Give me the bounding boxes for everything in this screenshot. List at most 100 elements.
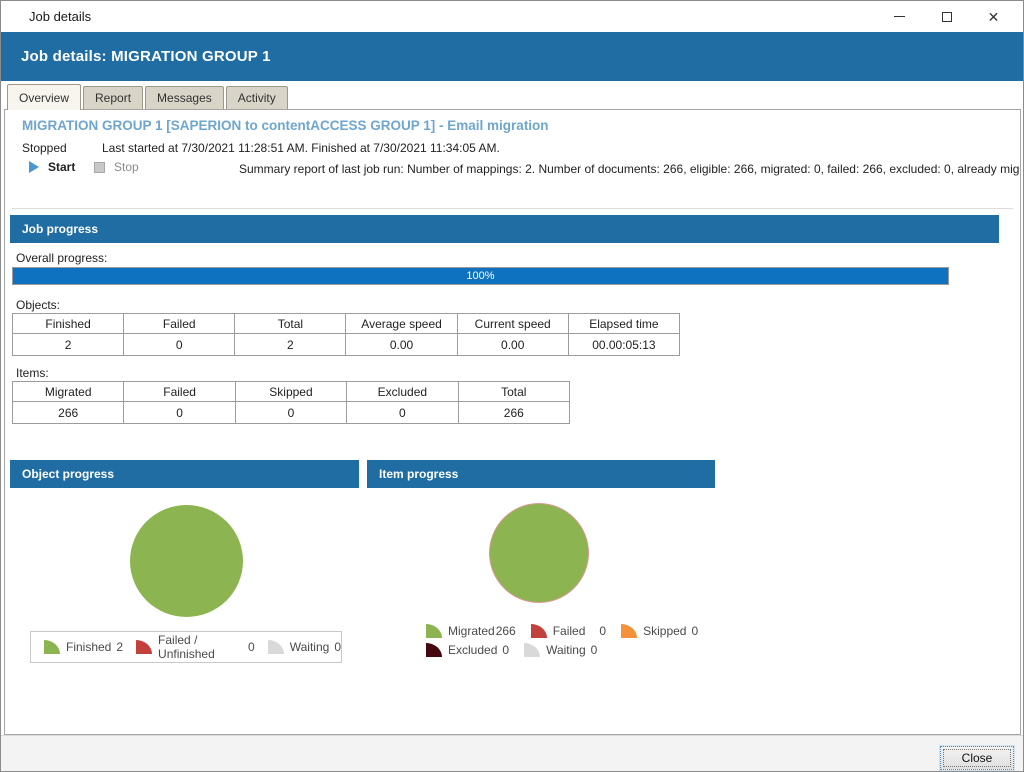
legend-entry-failed-unfinished: Failed / Unfinished 0 — [136, 633, 255, 661]
objects-value-cell: 0.00 — [346, 334, 457, 356]
tabstrip: Overview Report Messages Activity — [7, 81, 290, 109]
items-value-row: 266 0 0 0 266 — [13, 402, 570, 424]
legend-value: 0 — [599, 624, 606, 638]
maximize-button[interactable] — [923, 1, 970, 32]
overall-progress-bar: 100% — [12, 267, 949, 285]
items-table: Migrated Failed Skipped Excluded Total 2… — [12, 381, 570, 424]
objects-table-label: Objects: — [16, 298, 60, 312]
objects-table: Finished Failed Total Average speed Curr… — [12, 313, 680, 356]
close-icon: ✕ — [988, 10, 1000, 24]
dialog-header: Job details: MIGRATION GROUP 1 — [1, 32, 1023, 81]
legend-value: 0 — [691, 624, 698, 638]
waiting-wedge-icon — [524, 643, 540, 657]
legend-entry-migrated: Migrated 266 — [426, 624, 516, 638]
items-table-label: Items: — [16, 366, 49, 380]
window-controls: ✕ — [876, 1, 1017, 32]
objects-value-cell: 2 — [235, 334, 346, 356]
item-legend-row-2: Excluded 0 Waiting 0 — [426, 640, 726, 659]
overview-tab-panel: MIGRATION GROUP 1 [SAPERION to contentAC… — [4, 109, 1021, 735]
minimize-icon — [894, 16, 905, 17]
objects-header-cell: Total — [235, 314, 346, 334]
items-value-cell: 0 — [347, 402, 458, 424]
failed-wedge-icon — [531, 624, 547, 638]
items-value-cell: 0 — [235, 402, 346, 424]
overall-progress-label: Overall progress: — [16, 251, 107, 265]
legend-entry-finished: Finished 2 — [44, 640, 123, 654]
objects-value-row: 2 0 2 0.00 0.00 00.00:05:13 — [13, 334, 680, 356]
tab-activity[interactable]: Activity — [226, 86, 288, 109]
legend-value: 0 — [248, 640, 255, 654]
legend-entry-excluded: Excluded 0 — [426, 643, 509, 657]
objects-value-cell: 2 — [13, 334, 124, 356]
start-button-label: Start — [48, 160, 75, 174]
legend-label: Migrated — [448, 624, 495, 638]
start-icon — [29, 161, 39, 173]
items-value-cell: 266 — [458, 402, 569, 424]
legend-value: 266 — [496, 624, 516, 638]
stop-button-label: Stop — [114, 160, 139, 174]
stop-icon — [94, 162, 105, 173]
object-progress-pie-chart — [130, 505, 243, 617]
legend-label: Finished — [66, 640, 111, 654]
items-header-cell: Excluded — [347, 382, 458, 402]
objects-value-cell: 00.00:05:13 — [568, 334, 679, 356]
tab-overview[interactable]: Overview — [7, 84, 81, 110]
tab-messages[interactable]: Messages — [145, 86, 224, 109]
item-progress-pie-chart — [489, 503, 589, 603]
job-details-window: Job details ✕ Job details: MIGRATION GRO… — [0, 0, 1024, 772]
objects-header-cell: Failed — [124, 314, 235, 334]
legend-value: 2 — [116, 640, 123, 654]
maximize-icon — [942, 12, 952, 22]
items-header-cell: Skipped — [235, 382, 346, 402]
legend-entry-skipped: Skipped 0 — [621, 624, 698, 638]
tab-report[interactable]: Report — [83, 86, 143, 109]
legend-label: Failed / Unfinished — [158, 633, 243, 661]
objects-value-cell: 0.00 — [457, 334, 568, 356]
legend-value: 0 — [502, 643, 509, 657]
excluded-wedge-icon — [426, 643, 442, 657]
job-title: MIGRATION GROUP 1 [SAPERION to contentAC… — [22, 118, 549, 133]
window-title: Job details — [29, 9, 91, 24]
legend-entry-failed: Failed 0 — [531, 624, 606, 638]
items-value-cell: 266 — [13, 402, 124, 424]
items-header-cell: Total — [458, 382, 569, 402]
object-progress-legend: Finished 2 Failed / Unfinished 0 Waiting… — [30, 631, 342, 663]
dialog-header-title: Job details: MIGRATION GROUP 1 — [21, 48, 271, 65]
legend-value: 0 — [334, 640, 341, 654]
close-window-button[interactable]: ✕ — [970, 1, 1017, 32]
items-header-cell: Migrated — [13, 382, 124, 402]
waiting-wedge-icon — [268, 640, 284, 654]
summary-report-text: Summary report of last job run: Number o… — [239, 162, 1019, 176]
legend-label: Waiting — [290, 640, 330, 654]
close-button[interactable]: Close — [940, 746, 1014, 770]
objects-header-cell: Elapsed time — [568, 314, 679, 334]
item-legend-row-1: Migrated 266 Failed 0 Skipped 0 — [426, 621, 726, 640]
titlebar: Job details ✕ — [1, 1, 1023, 32]
migrated-wedge-icon — [426, 624, 442, 638]
last-run-text: Last started at 7/30/2021 11:28:51 AM. F… — [102, 141, 500, 155]
job-progress-section-header: Job progress — [10, 215, 999, 243]
minimize-button[interactable] — [876, 1, 923, 32]
failed-wedge-icon — [136, 640, 152, 654]
legend-label: Failed — [553, 624, 586, 638]
objects-header-cell: Current speed — [457, 314, 568, 334]
finished-wedge-icon — [44, 640, 60, 654]
stop-button[interactable]: Stop — [94, 160, 139, 174]
objects-header-cell: Finished — [13, 314, 124, 334]
objects-header-cell: Average speed — [346, 314, 457, 334]
job-status: Stopped — [22, 141, 67, 155]
start-button[interactable]: Start — [29, 160, 75, 174]
objects-header-row: Finished Failed Total Average speed Curr… — [13, 314, 680, 334]
job-controls-row: Start Stop Summary report of last job ru… — [5, 160, 1020, 180]
legend-value: 0 — [591, 643, 598, 657]
item-progress-section-header: Item progress — [367, 460, 715, 488]
items-header-cell: Failed — [124, 382, 235, 402]
skipped-wedge-icon — [621, 624, 637, 638]
legend-entry-waiting: Waiting 0 — [268, 640, 341, 654]
legend-label: Skipped — [643, 624, 686, 638]
objects-value-cell: 0 — [124, 334, 235, 356]
separator-line — [12, 208, 1013, 209]
progress-percent: 100% — [13, 268, 948, 284]
item-progress-legend: Migrated 266 Failed 0 Skipped 0 Exclude — [426, 621, 726, 659]
items-header-row: Migrated Failed Skipped Excluded Total — [13, 382, 570, 402]
